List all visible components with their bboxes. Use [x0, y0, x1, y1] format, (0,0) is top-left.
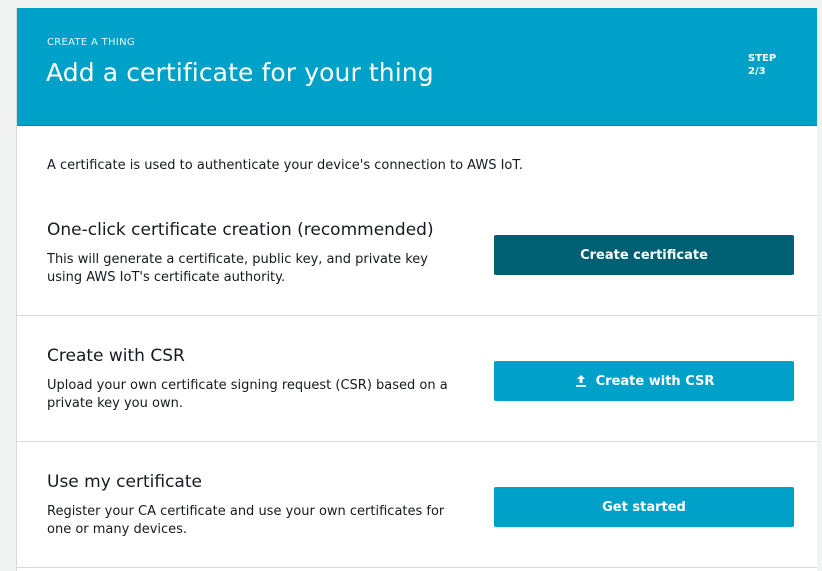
page-title: Add a certificate for your thing	[46, 58, 434, 87]
get-started-button[interactable]: Get started	[494, 487, 794, 527]
step-indicator: STEP 2/3	[748, 52, 776, 78]
header-eyebrow: CREATE A THING	[47, 37, 135, 48]
intro-text: A certificate is used to authenticate yo…	[47, 158, 523, 173]
option-description: This will generate a certificate, public…	[47, 252, 428, 285]
option-title: Create with CSR	[47, 346, 185, 366]
option-title: Use my certificate	[47, 472, 202, 492]
option-use-my-certificate: Use my certificate Register your CA cert…	[17, 442, 817, 568]
option-csr: Create with CSR Upload your own certific…	[17, 316, 817, 442]
option-description: Register your CA certificate and use you…	[47, 504, 445, 537]
step-label: STEP	[748, 53, 777, 64]
wizard-header: CREATE A THING Add a certificate for you…	[17, 8, 817, 126]
step-value: 2/3	[748, 66, 766, 77]
button-label: Get started	[602, 499, 686, 515]
option-title: One-click certificate creation (recommen…	[47, 220, 434, 240]
option-one-click: One-click certificate creation (recommen…	[17, 190, 817, 316]
create-with-csr-button[interactable]: Create with CSR	[494, 361, 794, 401]
page: CREATE A THING Add a certificate for you…	[0, 0, 822, 571]
wizard-card: CREATE A THING Add a certificate for you…	[16, 8, 817, 571]
upload-icon	[574, 374, 588, 388]
option-description: Upload your own certificate signing requ…	[47, 378, 448, 411]
button-label: Create certificate	[580, 247, 708, 263]
create-certificate-button[interactable]: Create certificate	[494, 235, 794, 275]
button-label: Create with CSR	[595, 373, 715, 389]
